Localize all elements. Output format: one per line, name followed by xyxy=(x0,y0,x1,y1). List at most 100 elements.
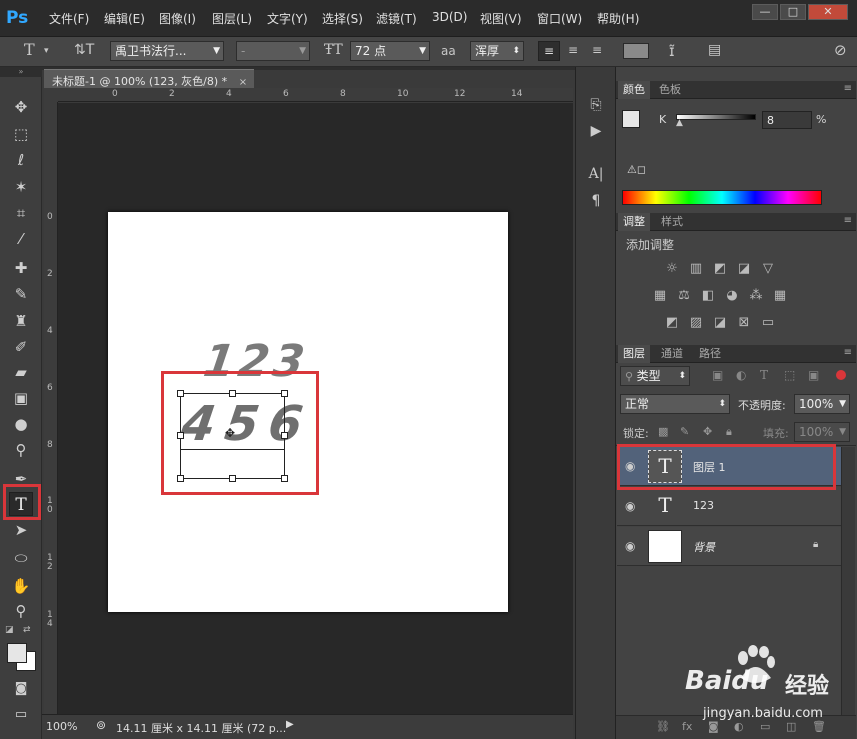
tab-paths[interactable]: 路径 xyxy=(694,345,726,363)
align-right-icon[interactable]: ≡ xyxy=(586,41,608,61)
filter-adjustment-icon[interactable]: ◐ xyxy=(736,368,746,382)
threshold-icon[interactable]: ◪ xyxy=(712,316,728,330)
blend-mode-select[interactable]: 正常 ⬍ xyxy=(620,394,730,414)
healing-brush-tool-icon[interactable]: ✚ xyxy=(9,256,33,280)
text-color-swatch[interactable] xyxy=(623,43,649,59)
channel-mixer-icon[interactable]: ⁂ xyxy=(748,289,764,303)
cancel-icon[interactable]: ⊘ xyxy=(834,41,847,59)
lock-transparency-icon[interactable]: ▩ xyxy=(658,425,668,438)
eye-icon[interactable]: ◉ xyxy=(625,539,635,553)
blur-tool-icon[interactable]: ● xyxy=(9,412,33,436)
screen-mode-icon[interactable]: ▭ xyxy=(9,703,33,727)
lock-position-icon[interactable]: ✥ xyxy=(703,425,712,438)
tab-color[interactable]: 颜色 xyxy=(618,81,650,99)
move-tool-icon[interactable]: ✥ xyxy=(9,95,33,119)
align-left-icon[interactable]: ≡ xyxy=(538,41,560,61)
character-panel-icon[interactable]: A| xyxy=(584,162,608,186)
eraser-tool-icon[interactable]: ▰ xyxy=(9,360,33,384)
menu-type[interactable]: 文字(Y) xyxy=(267,10,308,27)
layer-row[interactable]: ◉ T 123 xyxy=(617,487,841,526)
curves-icon[interactable]: ◩ xyxy=(712,262,728,276)
menu-edit[interactable]: 编辑(E) xyxy=(104,10,145,27)
panel-menu-icon[interactable]: ≡ xyxy=(844,347,852,358)
default-colors-icon[interactable]: ◪ xyxy=(5,625,14,635)
zoom-tool-icon[interactable]: ⚲ xyxy=(9,599,33,623)
tab-swatches[interactable]: 色板 xyxy=(654,81,686,99)
crop-tool-icon[interactable]: ⌗ xyxy=(9,201,33,225)
font-style-select[interactable]: - ▼ xyxy=(236,41,310,61)
slider-thumb-icon[interactable]: ▲ xyxy=(676,118,683,128)
foreground-color-swatch[interactable] xyxy=(7,643,27,663)
exposure-icon[interactable]: ◪ xyxy=(736,262,752,276)
document-tab[interactable]: 未标题-1 @ 100% (123, 灰色/8) * × xyxy=(44,69,254,88)
marquee-tool-icon[interactable]: ⬚ xyxy=(9,122,33,146)
font-family-select[interactable]: 禹卫书法行... ▼ xyxy=(110,41,224,61)
tab-adjustments[interactable]: 调整 xyxy=(618,213,650,231)
filter-shape-icon[interactable]: ⬚ xyxy=(784,368,795,382)
filter-smart-object-icon[interactable]: ▣ xyxy=(808,368,819,382)
color-foreground-swatch[interactable] xyxy=(622,110,640,128)
levels-icon[interactable]: ▥ xyxy=(688,262,704,276)
menu-filter[interactable]: 滤镜(T) xyxy=(376,10,417,27)
opacity-input[interactable]: 100% ▼ xyxy=(794,394,850,414)
zoom-level[interactable]: 100% xyxy=(46,720,77,733)
menu-window[interactable]: 窗口(W) xyxy=(537,10,582,27)
lock-all-icon[interactable]: 🔒︎ xyxy=(726,425,732,439)
lock-pixels-icon[interactable]: ✎ xyxy=(680,425,689,438)
brightness-icon[interactable]: ☼ xyxy=(664,262,680,276)
history-panel-icon[interactable]: ⎘ xyxy=(584,93,608,117)
menu-3d[interactable]: 3D(D) xyxy=(432,10,467,24)
black-white-icon[interactable]: ◧ xyxy=(700,289,716,303)
share-icon[interactable]: ⊚ xyxy=(96,718,106,732)
layer-row[interactable]: ◉ 背景 🔒︎ xyxy=(617,527,841,566)
hand-tool-icon[interactable]: ✋ xyxy=(9,574,33,598)
tab-channels[interactable]: 通道 xyxy=(656,345,688,363)
link-layers-icon[interactable]: ⛓ xyxy=(656,720,670,733)
gradient-tool-icon[interactable]: ▣ xyxy=(9,386,33,410)
ellipse-tool-icon[interactable]: ⬭ xyxy=(9,546,33,570)
menu-select[interactable]: 选择(S) xyxy=(322,10,363,27)
eye-icon[interactable]: ◉ xyxy=(625,499,635,513)
panel-menu-icon[interactable]: ≡ xyxy=(844,215,852,226)
filter-pixel-icon[interactable]: ▣ xyxy=(712,368,723,382)
layer-filter-select[interactable]: ⚲ 类型 ⬍ xyxy=(620,366,690,386)
magic-wand-tool-icon[interactable]: ✶ xyxy=(9,175,33,199)
tab-layers[interactable]: 图层 xyxy=(618,345,650,363)
horizontal-ruler[interactable]: 0 2 4 6 8 10 12 14 xyxy=(58,88,573,102)
swap-colors-icon[interactable]: ⇄ xyxy=(23,625,31,635)
warp-text-icon[interactable]: ɪ̃ xyxy=(669,42,675,60)
font-size-select[interactable]: 72 点 ▼ xyxy=(350,41,430,61)
photo-filter-icon[interactable]: ◕ xyxy=(724,289,740,303)
fill-input[interactable]: 100% ▼ xyxy=(794,422,850,442)
color-lookup-icon[interactable]: ▦ xyxy=(772,289,788,303)
close-window-button[interactable]: ✕ xyxy=(808,4,848,20)
vibrance-icon[interactable]: ▽ xyxy=(760,262,776,276)
antialias-select[interactable]: 浑厚 ⬍ xyxy=(470,41,524,61)
close-tab-icon[interactable]: × xyxy=(239,77,247,88)
vertical-ruler[interactable]: 0 2 4 6 8 1 0 1 2 1 4 xyxy=(44,102,58,714)
paragraph-panel-icon[interactable]: ¶ xyxy=(584,189,608,213)
toggle-orientation-icon[interactable]: ⇅T xyxy=(74,42,94,58)
menu-help[interactable]: 帮助(H) xyxy=(597,10,639,27)
status-menu-arrow-icon[interactable]: ▶ xyxy=(286,719,294,730)
menu-layer[interactable]: 图层(L) xyxy=(212,10,252,27)
align-center-icon[interactable]: ≡ xyxy=(562,41,584,61)
gamut-warning-icon[interactable]: ⚠◻ xyxy=(627,163,646,176)
posterize-icon[interactable]: ▨ xyxy=(688,316,704,330)
filter-type-icon[interactable]: T xyxy=(760,368,768,382)
filter-toggle[interactable] xyxy=(836,370,846,380)
menu-image[interactable]: 图像(I) xyxy=(159,10,196,27)
brush-tool-icon[interactable]: ✎ xyxy=(9,282,33,306)
character-panel-icon[interactable]: ▤ xyxy=(708,42,721,58)
minimize-button[interactable]: — xyxy=(752,4,778,20)
selective-color-icon[interactable]: ⊠ xyxy=(736,316,752,330)
color-spectrum[interactable] xyxy=(622,190,822,205)
dodge-tool-icon[interactable]: ⚲ xyxy=(9,438,33,462)
layer-name[interactable]: 123 xyxy=(693,499,714,512)
k-value-input[interactable]: 8 xyxy=(762,111,812,129)
gradient-map-icon[interactable]: ▭ xyxy=(760,316,776,330)
quick-mask-icon[interactable]: ◙ xyxy=(9,677,33,701)
clone-stamp-tool-icon[interactable]: ♜ xyxy=(9,309,33,333)
type-tool-preset-icon[interactable]: T xyxy=(24,40,35,59)
invert-icon[interactable]: ◩ xyxy=(664,316,680,330)
